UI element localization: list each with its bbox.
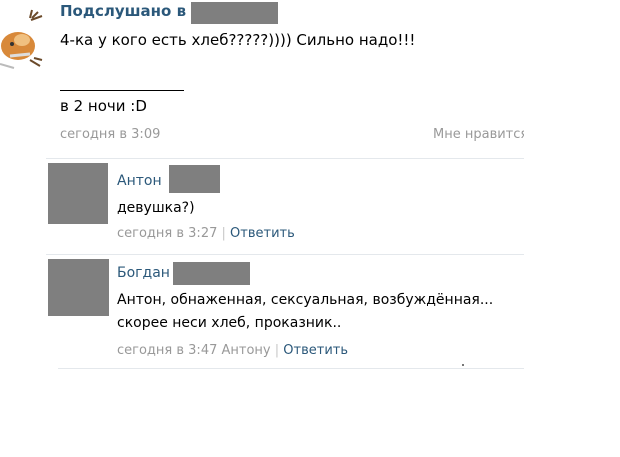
redacted-surname: [173, 262, 250, 285]
reply-to-link[interactable]: Антону: [222, 343, 271, 358]
meta-separator: |: [221, 226, 226, 241]
redacted-city: [191, 2, 278, 24]
reply-button[interactable]: Ответить: [230, 226, 295, 241]
comments-top-separator: [46, 158, 524, 159]
comments-bottom-separator: [58, 368, 524, 369]
redacted-surname: [169, 165, 220, 193]
post-text-continued: в 2 ночи :D: [60, 97, 147, 115]
comment-date[interactable]: сегодня в 3:47: [117, 343, 217, 358]
post-divider-line: [60, 90, 184, 91]
like-button[interactable]: Мне нравится: [433, 127, 524, 142]
post-text: 4-ка у кого есть хлеб?????)))) Сильно на…: [60, 31, 416, 49]
comment-meta: сегодня в 3:27 | Ответить: [117, 226, 295, 241]
comment-text-line-2: скорее неси хлеб, проказник..: [117, 315, 342, 331]
group-name-link[interactable]: Подслушано в: [60, 2, 186, 20]
deer-icon: [0, 9, 43, 69]
meta-separator: |: [274, 343, 280, 358]
comment-text-line-1: Антон, обнаженная, сексуальная, возбуждё…: [117, 292, 494, 308]
decorative-dot: [462, 364, 464, 366]
comment-meta: сегодня в 3:47 Антону | Ответить: [117, 343, 348, 358]
comment-text: девушка?): [117, 200, 195, 216]
comment-author[interactable]: Богдан: [117, 265, 170, 281]
comment-avatar[interactable]: [48, 163, 108, 224]
comment-author[interactable]: Антон: [117, 173, 162, 189]
group-avatar[interactable]: [0, 8, 44, 72]
reply-button[interactable]: Ответить: [283, 343, 348, 358]
comment-date[interactable]: сегодня в 3:27: [117, 226, 217, 241]
post-date[interactable]: сегодня в 3:09: [60, 127, 160, 142]
comment-separator: [46, 254, 524, 255]
comment-avatar[interactable]: [48, 259, 109, 316]
